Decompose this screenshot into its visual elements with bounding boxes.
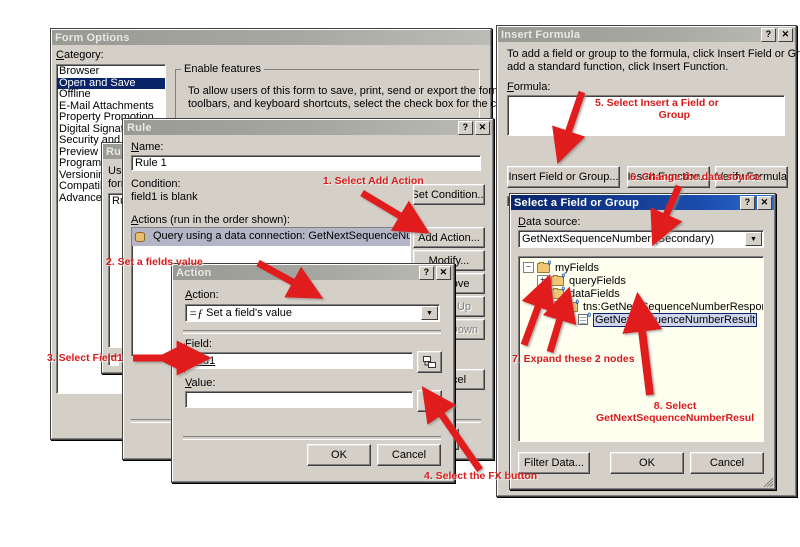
rule-condition-label: Condition:	[131, 178, 181, 190]
action-separator-1	[183, 330, 441, 334]
field-picker-icon	[422, 355, 436, 368]
tree-node-label: queryFields	[569, 274, 626, 287]
action-field-input[interactable]: field1	[185, 352, 413, 369]
expand-icon[interactable]: +	[537, 275, 548, 286]
rule-condition-value: field1 is blank	[131, 191, 198, 203]
select-field-ok-button[interactable]: OK	[610, 452, 684, 474]
field-picker-button[interactable]	[417, 351, 442, 373]
field-tree-panel[interactable]: − 9 myFields + 9 queryFields − 9 dataFie…	[518, 256, 764, 442]
help-icon[interactable]: ?	[740, 195, 755, 210]
collapse-icon[interactable]: −	[551, 301, 562, 312]
close-icon[interactable]: ✕	[778, 27, 793, 42]
action-field-value: field1	[189, 354, 216, 367]
help-icon[interactable]: ?	[458, 120, 473, 135]
form-options-titlebar[interactable]: Form Options	[52, 30, 490, 45]
category-item[interactable]: Browser	[57, 65, 165, 78]
action-value-label: Value:	[185, 377, 216, 389]
help-icon[interactable]: ?	[761, 27, 776, 42]
enable-features-caption: Enable features	[181, 63, 265, 75]
collapse-icon[interactable]: −	[523, 262, 534, 273]
rule-titlebar[interactable]: Rule ? ✕	[124, 120, 492, 135]
folder-icon: 9	[565, 300, 579, 312]
folder-icon: 9	[551, 274, 565, 286]
rule-name-input[interactable]: Rule 1	[131, 155, 481, 171]
formula-textarea[interactable]	[507, 95, 785, 136]
insert-formula-title: Insert Formula	[501, 28, 581, 41]
chevron-down-icon[interactable]: ▼	[745, 232, 762, 246]
action-cancel-button[interactable]: Cancel	[377, 444, 441, 466]
formula-label: Formula:	[507, 81, 551, 93]
action-value-input[interactable]	[185, 391, 413, 408]
action-combobox[interactable]: =ƒ Set a field's value ▼	[185, 304, 440, 322]
insert-function-button[interactable]: Insert Function...	[627, 166, 710, 188]
action-separator-2	[183, 436, 441, 440]
collapse-icon[interactable]: −	[537, 288, 548, 299]
rule-actions-label: Actions (run in the order shown):	[131, 214, 290, 226]
close-icon[interactable]: ✕	[475, 120, 490, 135]
action-titlebar[interactable]: Action ? ✕	[173, 265, 453, 280]
tree-node-label: myFields	[555, 261, 600, 274]
rule-title: Rule	[127, 121, 152, 134]
close-icon[interactable]: ✕	[757, 195, 772, 210]
insert-formula-intro-line1: To add a field or group to the formula, …	[507, 48, 800, 60]
folder-icon: 9	[551, 287, 565, 299]
action-title: Action	[176, 266, 212, 279]
category-item[interactable]: Offline	[57, 88, 165, 101]
fx-button[interactable]: ƒx	[417, 390, 442, 412]
field-tree[interactable]: − 9 myFields + 9 queryFields − 9 dataFie…	[523, 261, 764, 327]
insert-formula-titlebar[interactable]: Insert Formula ? ✕	[498, 27, 795, 42]
tree-node-response[interactable]: − 9 tns:GetNextSequenceNumberResponse	[551, 300, 764, 313]
resize-grip-icon[interactable]	[762, 476, 774, 488]
add-action-button[interactable]: Add Action...	[413, 227, 485, 248]
form-options-title: Form Options	[55, 31, 130, 44]
action-dialog[interactable]: Action ? ✕ Action: =ƒ Set a field's valu…	[171, 263, 455, 483]
data-source-combobox[interactable]: GetNextSequenceNumber (Secondary) ▼	[518, 230, 764, 248]
tree-node-result-selected[interactable]: 9 GetNextSequenceNumberResult	[565, 312, 761, 327]
tree-node-queryfields[interactable]: + 9 queryFields	[537, 274, 761, 287]
tree-node-label: GetNextSequenceNumberResult	[593, 312, 758, 327]
fx-prefix-icon: =ƒ	[189, 305, 204, 320]
stop-processing-checkbox[interactable]	[108, 355, 119, 366]
close-icon[interactable]: ✕	[436, 265, 451, 280]
tree-node-label: tns:GetNextSequenceNumberResponse	[583, 300, 764, 313]
data-source-value: GetNextSequenceNumber (Secondary)	[522, 233, 714, 245]
action-ok-button[interactable]: OK	[307, 444, 371, 466]
action-field-label: Action:	[185, 289, 219, 301]
category-label: Category:	[56, 49, 104, 61]
tree-node-label: dataFields	[569, 287, 620, 300]
help-icon[interactable]: ?	[419, 265, 434, 280]
tree-node-myfields[interactable]: − 9 myFields	[523, 261, 761, 274]
insert-field-or-group-button[interactable]: Insert Field or Group...	[507, 166, 620, 188]
fx-icon: ƒx	[423, 393, 436, 408]
rule-action-item-label: Query using a data connection: GetNextSe…	[153, 230, 411, 243]
filter-data-button[interactable]: Filter Data...	[518, 452, 590, 474]
enable-features-text-line1: To allow users of this form to save, pri…	[188, 85, 549, 97]
insert-formula-intro-line2: add a standard function, click Insert Fu…	[507, 61, 729, 73]
select-field-cancel-button[interactable]: Cancel	[690, 452, 764, 474]
select-field-titlebar[interactable]: Select a Field or Group ? ✕	[511, 195, 774, 210]
rule-name-label: Name:	[131, 141, 164, 153]
tree-node-datafields[interactable]: − 9 dataFields	[537, 287, 761, 300]
rule-action-item[interactable]: Query using a data connection: GetNextSe…	[132, 228, 410, 246]
folder-icon: 9	[537, 261, 551, 273]
set-condition-button[interactable]: Set Condition...	[413, 184, 485, 205]
data-source-label: Data source:	[518, 216, 581, 228]
data-connection-icon	[135, 231, 146, 243]
select-field-or-group-dialog[interactable]: Select a Field or Group ? ✕ Data source:…	[509, 193, 776, 490]
verify-formula-button[interactable]: Verify Formula	[715, 166, 788, 188]
select-field-title: Select a Field or Group	[514, 196, 640, 209]
action-combobox-value: Set a field's value	[206, 307, 292, 319]
chevron-down-icon[interactable]: ▼	[421, 306, 438, 320]
action-field-name-label: Field:	[185, 338, 212, 350]
field-icon: 9	[577, 313, 591, 325]
